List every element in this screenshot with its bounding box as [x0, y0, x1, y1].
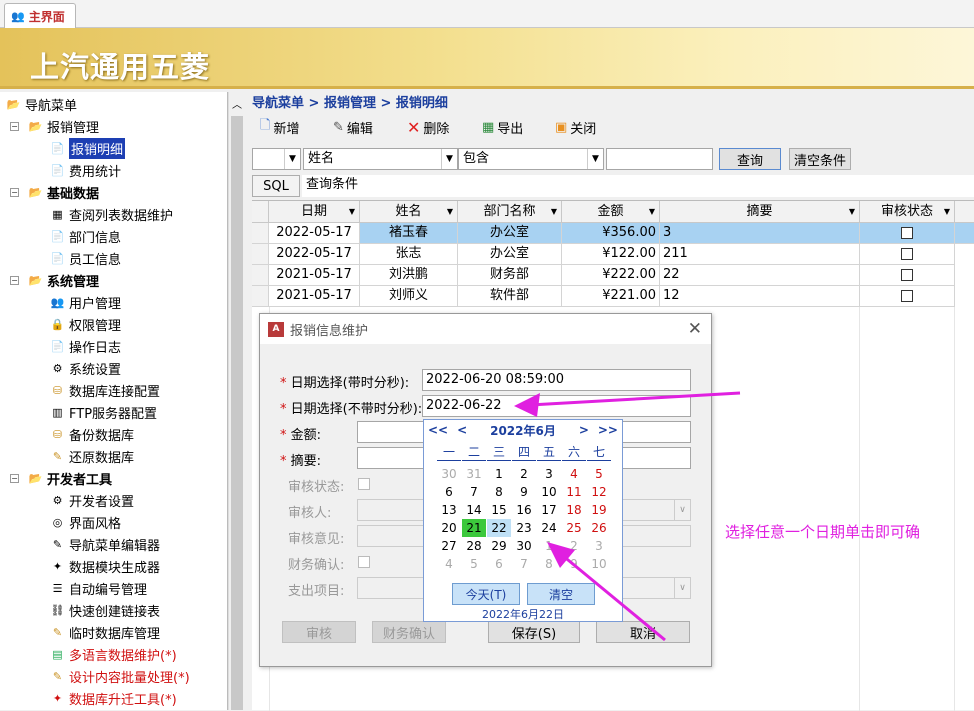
annotation-arrows: [514, 391, 741, 642]
arrow-line-date: [529, 391, 741, 407]
arrow-line-calendar: [561, 553, 666, 642]
annotation-text: 选择任意一个日期单击即可确: [725, 523, 921, 541]
arrowhead-date: [514, 393, 540, 417]
